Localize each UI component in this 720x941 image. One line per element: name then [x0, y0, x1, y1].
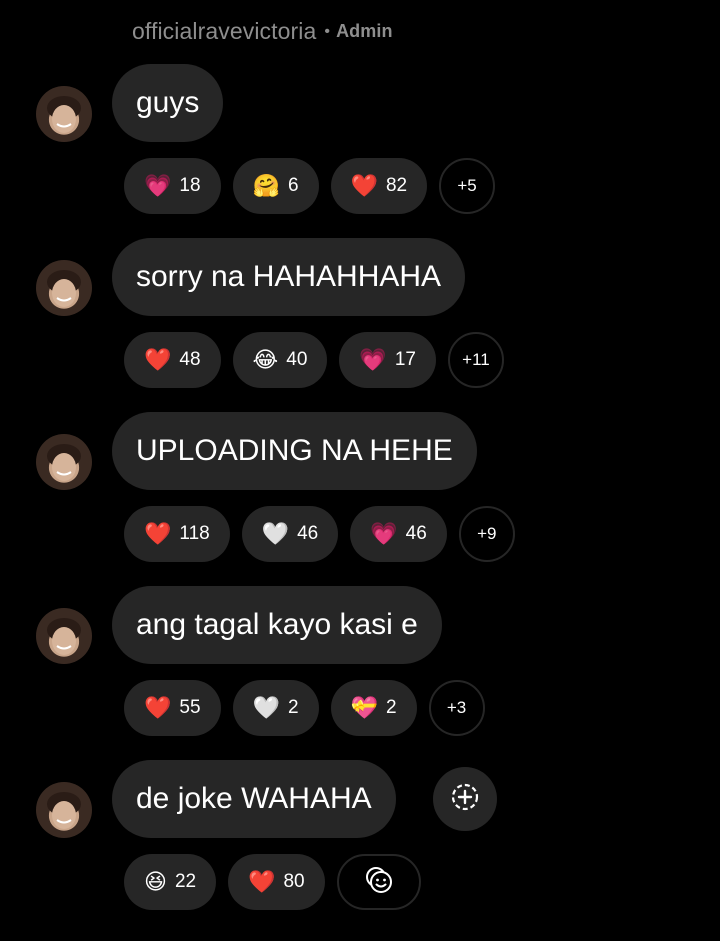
- reaction-count: 80: [283, 871, 305, 892]
- reactions-row: ❤️ 118 🤍 46 💗 46 +9: [124, 506, 515, 562]
- avatar[interactable]: [36, 434, 92, 490]
- reaction-chip[interactable]: ❤️ 48: [124, 332, 221, 388]
- white-heart-icon: 🤍: [252, 695, 280, 720]
- avatar[interactable]: [36, 782, 92, 838]
- red-heart-icon: ❤️: [144, 347, 172, 372]
- reaction-chip[interactable]: ❤️ 82: [330, 158, 428, 214]
- message-bubble[interactable]: UPLOADING NA HEHE: [112, 412, 477, 490]
- avatar[interactable]: [36, 86, 92, 142]
- chat-thread: officialravevictoria • Admin guys 💗 18 🤗 6…: [0, 0, 720, 941]
- reaction-count: 6: [287, 175, 299, 196]
- reactions-row: ❤️ 48 😂 40 💗 17 +11: [124, 332, 504, 388]
- pink-heart-icon: 💗: [370, 521, 398, 546]
- reaction-count: 118: [179, 523, 210, 544]
- pink-heart-icon: 💗: [144, 173, 172, 198]
- admin-badge: Admin: [336, 21, 393, 41]
- separator: •: [324, 22, 331, 40]
- heart-with-ribbon-icon: 💝: [350, 695, 378, 720]
- more-reactions-button[interactable]: +9: [458, 506, 515, 562]
- message-bubble[interactable]: de joke WAHAHA: [112, 760, 396, 838]
- reaction-count: 46: [405, 523, 427, 544]
- hugging-face-icon: 🤗: [252, 173, 280, 198]
- emoji-picker-icon: [363, 864, 395, 901]
- emoji-picker-button[interactable]: [336, 854, 421, 910]
- reaction-count: 48: [179, 349, 201, 370]
- reaction-count: 40: [286, 349, 308, 370]
- add-reaction-button[interactable]: [433, 767, 497, 831]
- reaction-count: 2: [287, 697, 299, 718]
- avatar[interactable]: [36, 260, 92, 316]
- message-bubble[interactable]: ang tagal kayo kasi e: [112, 586, 442, 664]
- reaction-count: 17: [394, 349, 416, 370]
- sender-username[interactable]: officialravevictoria: [132, 18, 316, 45]
- reactions-row: ❤️ 55 🤍 2 💝 2 +3: [124, 680, 485, 736]
- reaction-count: 46: [297, 523, 319, 544]
- reaction-count: 82: [385, 175, 408, 196]
- reaction-chip[interactable]: ❤️ 55: [124, 680, 221, 736]
- reaction-chip[interactable]: 💗 17: [339, 332, 436, 388]
- red-heart-icon: ❤️: [144, 695, 172, 720]
- reaction-chip[interactable]: 💗 46: [350, 506, 447, 562]
- pink-heart-icon: 💗: [359, 347, 387, 372]
- grinning-squinting-icon: 😆: [144, 869, 167, 894]
- reaction-count: 2: [385, 697, 397, 718]
- more-reactions-button[interactable]: +5: [439, 158, 496, 214]
- reaction-chip[interactable]: ❤️ 80: [228, 854, 325, 910]
- reactions-row: 😆 22 ❤️ 80: [124, 854, 421, 910]
- reaction-chip[interactable]: 🤗 6: [232, 158, 319, 214]
- avatar[interactable]: [36, 608, 92, 664]
- more-reactions-button[interactable]: +11: [447, 332, 504, 388]
- white-heart-icon: 🤍: [261, 521, 290, 546]
- reaction-count: 55: [179, 697, 201, 718]
- red-heart-icon: ❤️: [248, 869, 276, 894]
- red-heart-icon: ❤️: [144, 521, 172, 546]
- message-bubble[interactable]: sorry na HAHAHHAHA: [112, 238, 466, 316]
- reaction-chip[interactable]: 💗 18: [124, 158, 221, 214]
- tears-of-joy-icon: 😂: [252, 347, 279, 372]
- reactions-row: 💗 18 🤗 6 ❤️ 82 +5: [124, 158, 496, 214]
- reaction-chip[interactable]: 😂 40: [232, 332, 328, 388]
- reaction-chip[interactable]: 😆 22: [124, 854, 217, 910]
- reaction-chip[interactable]: 🤍 2: [232, 680, 319, 736]
- sender-header: officialravevictoria • Admin: [132, 18, 393, 45]
- add-reaction-icon: [449, 781, 481, 818]
- reaction-chip[interactable]: ❤️ 118: [124, 506, 230, 562]
- reaction-chip[interactable]: 💝 2: [330, 680, 417, 736]
- more-reactions-button[interactable]: +3: [428, 680, 485, 736]
- reaction-count: 22: [174, 871, 197, 892]
- reaction-chip[interactable]: 🤍 46: [241, 506, 339, 562]
- red-heart-icon: ❤️: [350, 173, 378, 198]
- reaction-count: 18: [179, 175, 201, 196]
- message-bubble[interactable]: guys: [112, 64, 224, 142]
